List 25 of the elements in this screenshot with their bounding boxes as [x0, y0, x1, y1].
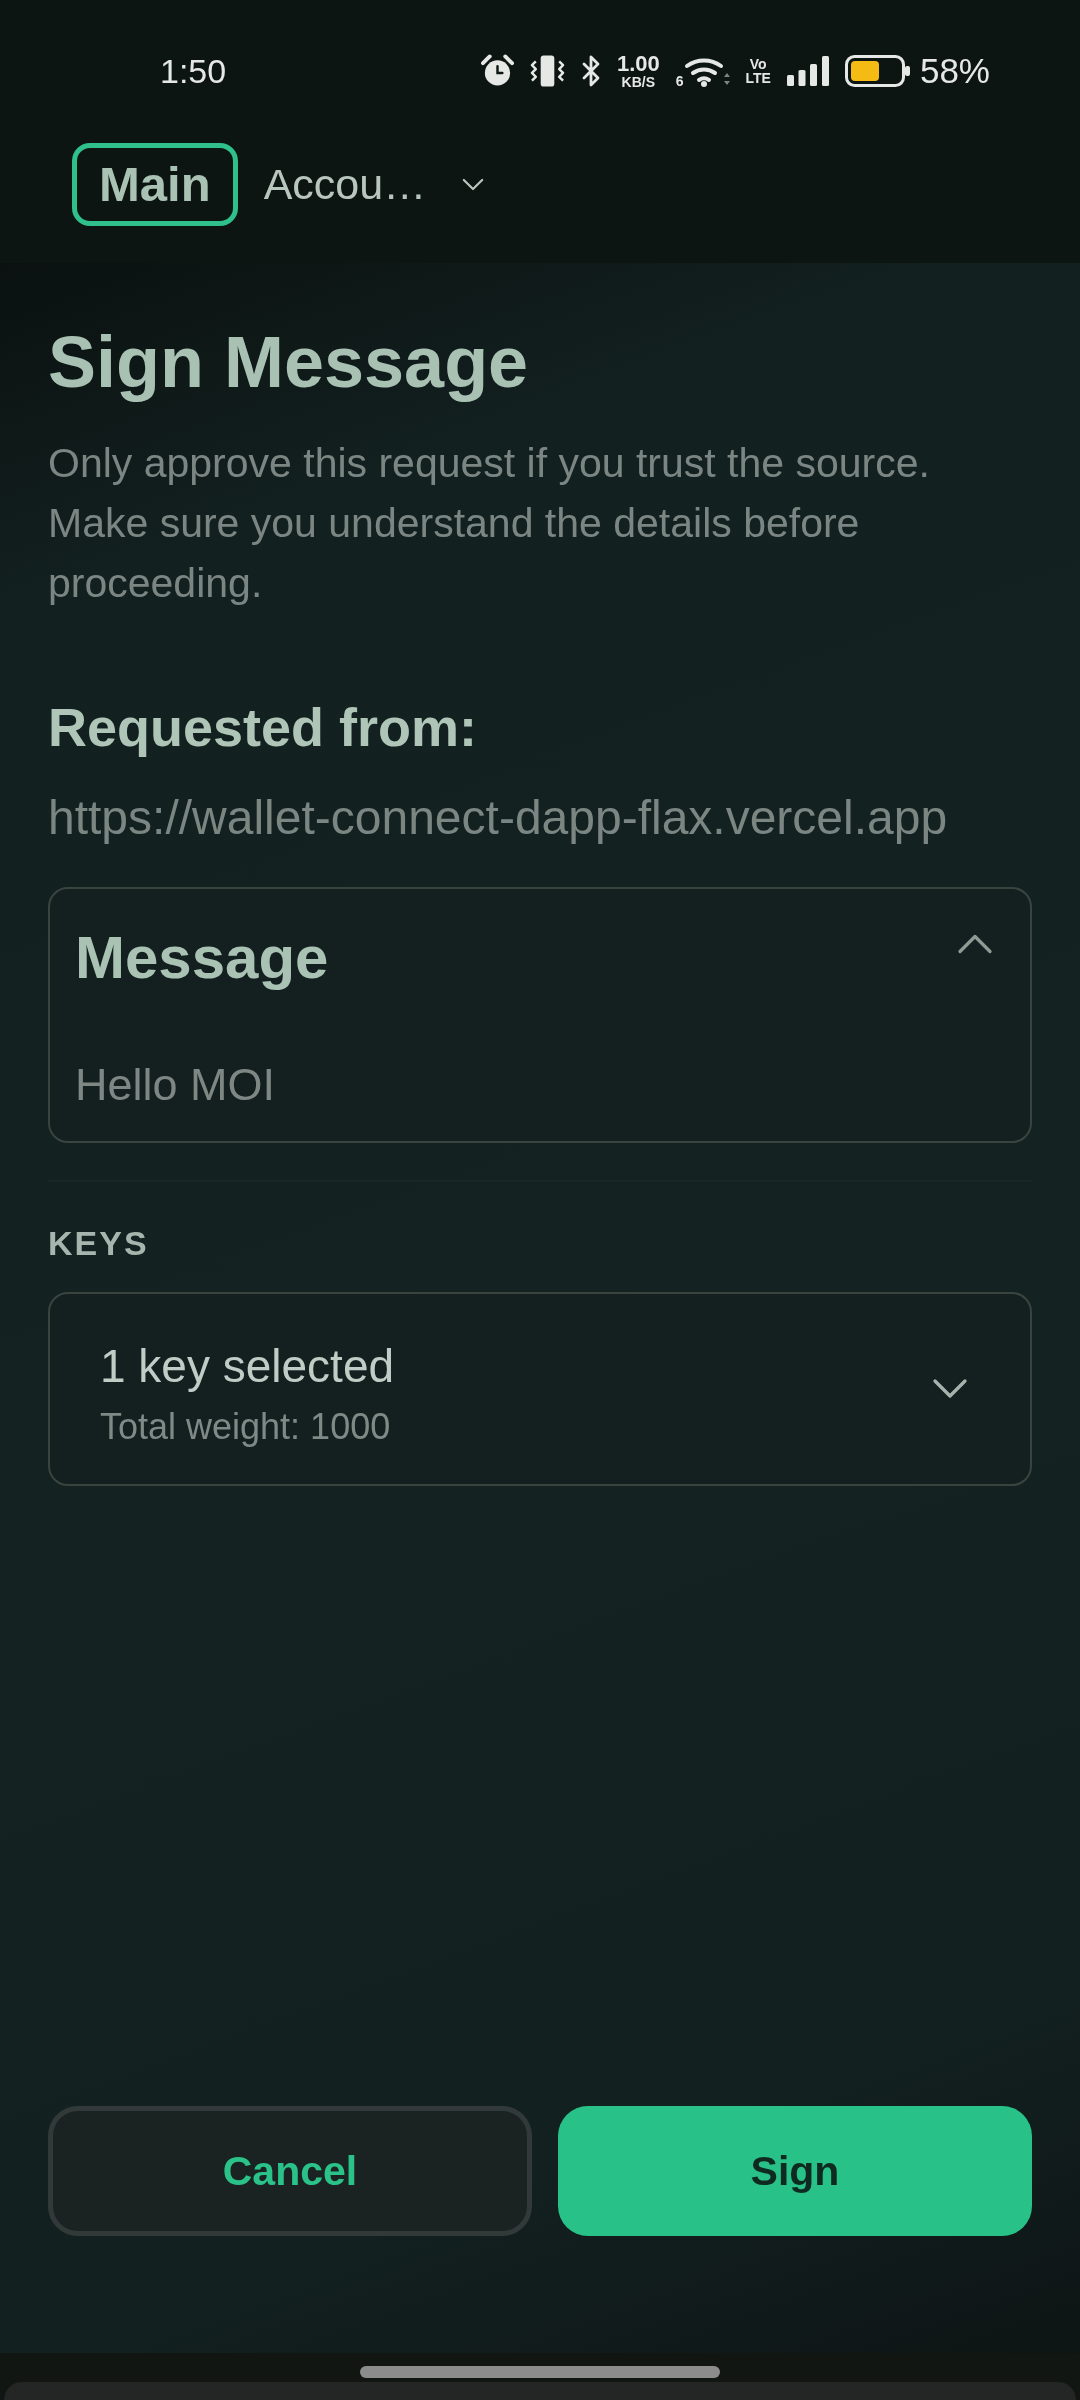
wallet-badge[interactable]: Main [72, 143, 238, 226]
chevron-icon[interactable] [957, 933, 993, 955]
total-weight-text: Total weight: 1000 [100, 1405, 392, 1449]
keys-label: KEYS [48, 1223, 150, 1263]
message-text: Hello MOI [75, 1058, 277, 1112]
vibrate-icon [529, 54, 565, 88]
volte-label: Vo LTE [745, 57, 771, 85]
requested-from-label: Requested from: [48, 696, 479, 759]
wifi-generation-label: 6 [675, 73, 684, 89]
signal-icon [786, 56, 829, 86]
account-selector[interactable]: Accou… [263, 160, 485, 209]
source-url: https://wallet-connect-dapp-flax.vercel.app [48, 790, 949, 846]
message-title: Message [75, 923, 329, 993]
alarm-clock-icon [480, 54, 514, 88]
key-count-text: 1 key selected [100, 1339, 395, 1394]
warning-text: Only approve this request if you trust the source. Make sure you understand the details before proceeding. [48, 439, 931, 608]
sign-button[interactable]: Sign [558, 2106, 1032, 2236]
battery-percent: 58% [919, 51, 990, 91]
status-time: 1:50 [160, 51, 227, 91]
network-speed-label: 1.00 KB/S [616, 53, 660, 89]
bluetooth-icon [580, 55, 601, 87]
page-title: Sign Message [48, 321, 530, 404]
key-selector[interactable]: 1 key selected Total weight: 1000 [48, 1292, 1032, 1486]
battery-icon [844, 55, 910, 87]
cancel-button[interactable]: Cancel [48, 2106, 532, 2236]
